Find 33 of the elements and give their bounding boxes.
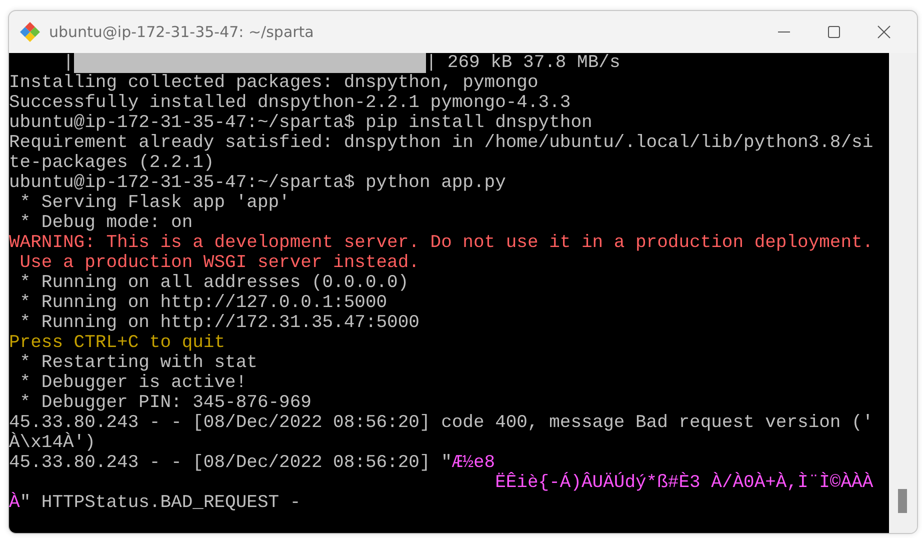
scrollbar-thumb[interactable]	[898, 489, 907, 513]
terminal-text: * Running on http://127.0.0.1:5000	[18, 293, 388, 313]
terminal-text: Requirement already satisfied: dnspython in /home/ubuntu/.local/lib/python3.8/si	[9, 133, 874, 153]
terminal-text: Installing collected packages: dnspython, pymongo	[9, 73, 538, 93]
terminal-text: * Debugger is active!	[18, 373, 247, 393]
terminal-text: * Debug mode: on	[18, 213, 193, 233]
terminal-text: 45.33.80.243 - - [08/Dec/2022 08:56:20] code 400, message Bad request version ('	[9, 413, 874, 433]
minimize-icon	[778, 31, 790, 33]
garbled-bytes-text: À	[9, 493, 20, 513]
maximize-icon	[827, 25, 841, 39]
terminal-text: À\x14À')	[9, 433, 96, 453]
terminal-text: ubuntu@ip-172-31-35-47:~/sparta$ pip install dnspython	[9, 113, 592, 133]
close-icon	[877, 25, 891, 39]
terminal-text: Successfully installed dnspython-2.2.1 pymongo-4.3.3	[9, 93, 571, 113]
window-title: ubuntu@ip-172-31-35-47: ~/sparta	[49, 23, 315, 41]
terminal-text: * Serving Flask app 'app'	[18, 193, 290, 213]
terminal-text: ubuntu@ip-172-31-35-47:~/sparta$ python app.py	[9, 173, 506, 193]
warning-text: WARNING: This is a development server. Do not use it in a production deployment.	[9, 233, 874, 253]
terminal-text: * Debugger PIN: 345-876-969	[18, 393, 312, 413]
terminal-text: * Running on http://172.31.35.47:5000	[18, 313, 420, 333]
terminal-text: |	[62, 53, 74, 73]
app-logo-icon	[19, 21, 41, 43]
terminal-text: | 269 kB 37.8 MB/s	[426, 53, 620, 73]
terminal-text: te-packages (2.2.1)	[9, 153, 214, 173]
terminal-text: 45.33.80.243 - - [08/Dec/2022 08:56:20] "	[9, 453, 452, 473]
quit-hint-text: Press CTRL+C to quit	[9, 333, 226, 353]
warning-text: Use a production WSGI server instead.	[18, 253, 420, 273]
scrollbar[interactable]	[889, 53, 917, 533]
terminal-text: " HTTPStatus.BAD_REQUEST -	[20, 493, 301, 513]
garbled-bytes-text: ËÊiè{-Á)ÂUÄÚdý*ß#È3 À/À0À+À,Ì¨Ì©ÀÀÀ	[494, 473, 874, 493]
terminal-text: * Running on all addresses (0.0.0.0)	[18, 273, 409, 293]
terminal-text: * Restarting with stat	[18, 353, 258, 373]
garbled-bytes-text: Æ½e8	[452, 453, 496, 473]
